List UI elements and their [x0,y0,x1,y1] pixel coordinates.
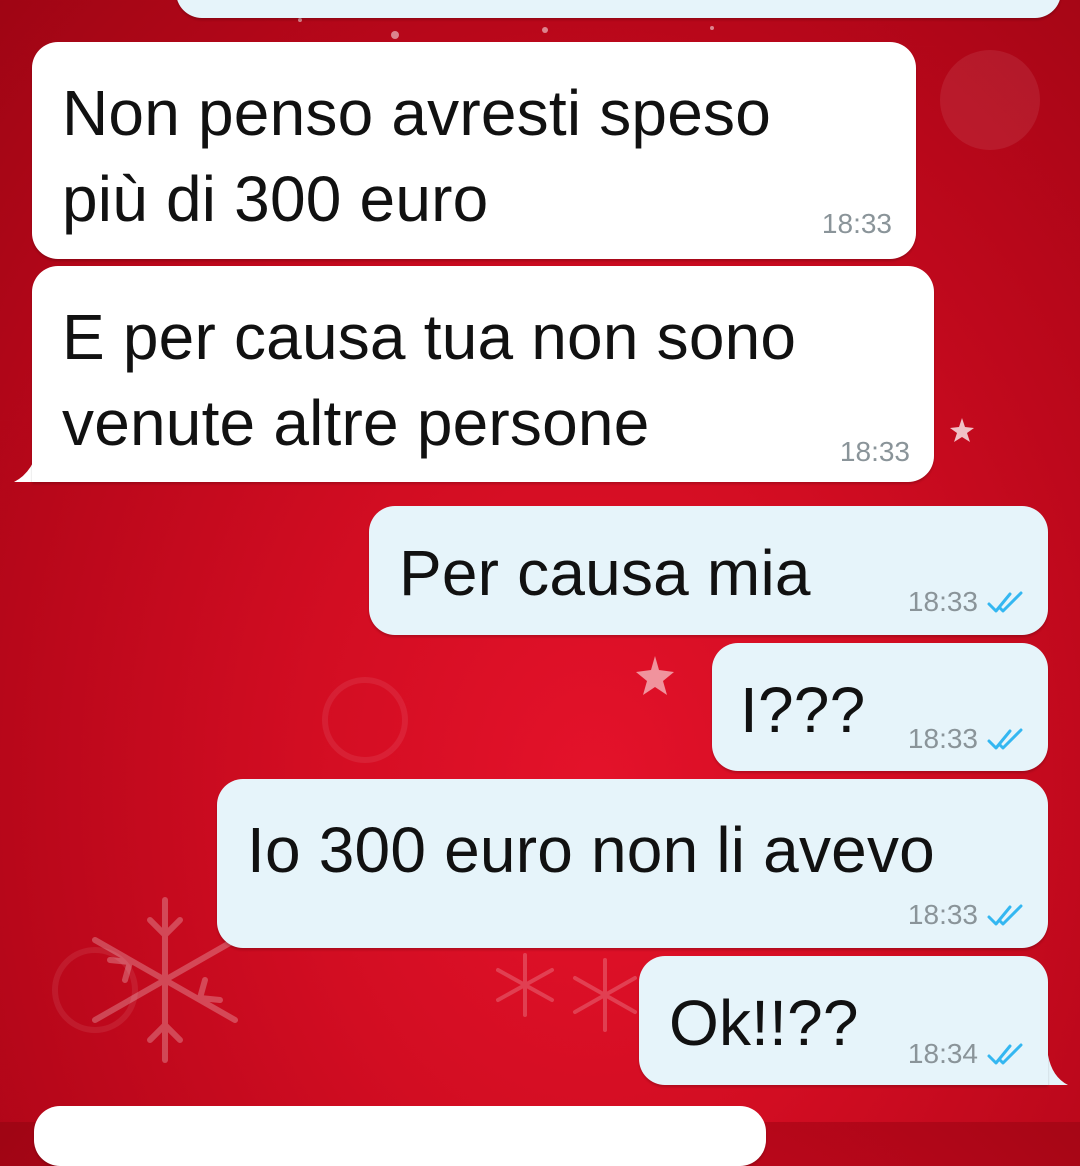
snowflake-icon [92,897,238,1063]
double-check-read-icon [987,591,1023,613]
message-bubble-partial-bottom [34,1106,766,1166]
message-time: 18:33 [907,899,978,930]
message-time: 18:33 [907,723,978,754]
message-text: E per causa tua non sono venute altre pe… [62,301,797,459]
message-meta: 18:33 [908,723,1026,755]
message-meta: 18:33 [908,899,1026,931]
message-time: 18:33 [821,208,892,239]
message-bubble-outgoing[interactable]: Ok!!?? 18:34 [639,956,1048,1085]
message-time: 18:34 [907,1038,978,1069]
star-icon [950,418,974,442]
message-text: Non penso avresti speso più di 300 euro [62,77,772,235]
double-check-read-icon [987,1043,1023,1065]
message-bubble-outgoing[interactable]: Io 300 euro non li avevo 18:33 [217,779,1048,948]
watermark-icon [940,50,1040,150]
star-icon [636,656,674,695]
message-meta: 18:33 [840,436,910,468]
message-text: Io 300 euro non li avevo [247,814,935,886]
message-meta: 18:33 [822,208,892,240]
message-bubble-incoming[interactable]: Non penso avresti speso più di 300 euro … [32,42,916,259]
double-check-read-icon [987,728,1023,750]
message-bubble-incoming[interactable]: E per causa tua non sono venute altre pe… [32,266,934,482]
message-time: 18:33 [907,586,978,617]
message-time: 18:33 [839,436,910,467]
message-bubble-outgoing[interactable]: Per causa mia 18:33 [369,506,1048,635]
snowflake-icon [496,953,637,1032]
message-meta: 18:34 [908,1038,1026,1070]
message-text: I??? [740,674,866,746]
message-bubble-outgoing[interactable]: I??? 18:33 [712,643,1048,771]
message-meta: 18:33 [908,586,1026,618]
double-check-read-icon [987,904,1023,926]
message-text: Per causa mia [399,537,811,609]
message-text: Ok!!?? [669,987,859,1059]
message-bubble-partial-top [176,0,1061,18]
